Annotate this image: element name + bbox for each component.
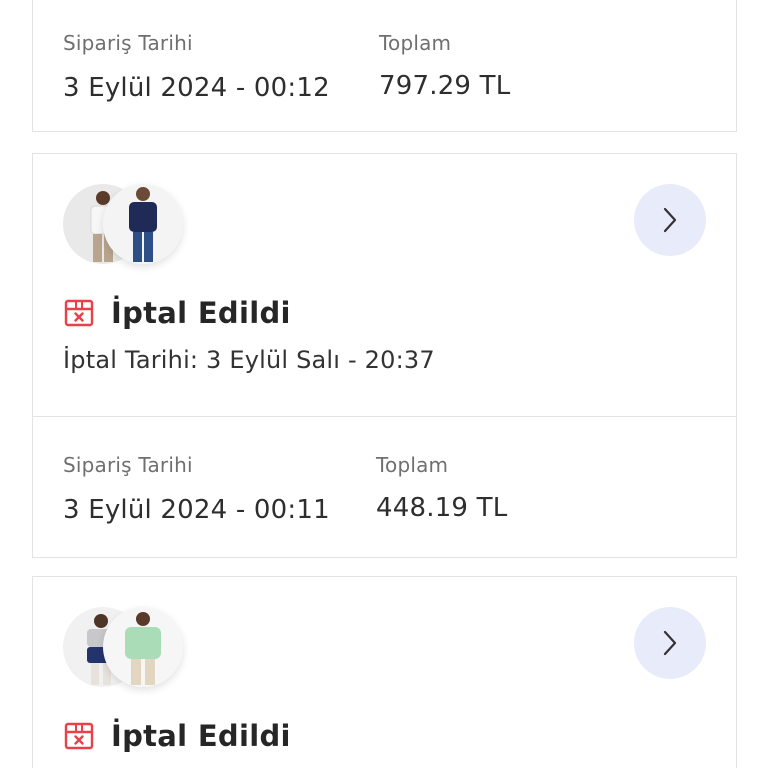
- order-date-label: Sipariş Tarihi: [63, 31, 193, 55]
- chevron-right-icon: [663, 207, 677, 233]
- product-thumbnails: [63, 607, 193, 687]
- chevron-right-icon: [663, 630, 677, 656]
- status-text: İptal Edildi: [111, 296, 291, 330]
- order-date-column: Sipariş Tarihi 3 Eylül 2024 - 00:12: [63, 31, 330, 103]
- order-1-summary: Sipariş Tarihi 3 Eylül 2024 - 00:12 Topl…: [32, 0, 737, 132]
- order-3-card[interactable]: İptal Edildi: [32, 576, 737, 768]
- order-status: İptal Edildi: [63, 719, 291, 753]
- order-date-label: Sipariş Tarihi: [63, 453, 193, 477]
- cancelled-box-icon: [64, 722, 94, 750]
- kid-green-hoodie-photo: [103, 607, 183, 687]
- order-date-value: 3 Eylül 2024 - 00:11: [63, 495, 330, 525]
- order-status: İptal Edildi: [63, 296, 291, 330]
- cancel-date: İptal Tarihi: 3 Eylül Salı - 20:37: [63, 346, 435, 374]
- cancelled-box-icon: [64, 299, 94, 327]
- order-date-column: Sipariş Tarihi 3 Eylül 2024 - 00:11: [63, 453, 330, 525]
- man-sweatshirt-photo: [103, 184, 183, 264]
- order-detail-button[interactable]: [634, 184, 706, 256]
- order-detail-button[interactable]: [634, 607, 706, 679]
- order-2-card[interactable]: İptal Edildi İptal Tarihi: 3 Eylül Salı …: [32, 153, 737, 417]
- order-2-summary: Sipariş Tarihi 3 Eylül 2024 - 00:11 Topl…: [32, 416, 737, 558]
- order-total-label: Toplam: [379, 31, 452, 55]
- order-total-label: Toplam: [376, 453, 449, 477]
- order-total-value: 797.29 TL: [379, 71, 511, 101]
- order-total-value: 448.19 TL: [376, 493, 508, 523]
- order-date-value: 3 Eylül 2024 - 00:12: [63, 73, 330, 103]
- product-thumbnails: [63, 184, 193, 264]
- order-total-column: Toplam 797.29 TL: [379, 31, 510, 101]
- status-text: İptal Edildi: [111, 719, 291, 753]
- order-total-column: Toplam 448.19 TL: [376, 453, 507, 523]
